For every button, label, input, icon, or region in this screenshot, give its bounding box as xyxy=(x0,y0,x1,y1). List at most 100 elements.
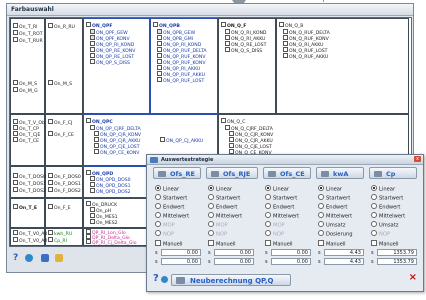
value-field[interactable]: 1353.79 xyxy=(377,258,417,265)
radio-option[interactable]: NOP xyxy=(265,230,284,238)
checkbox-item[interactable]: On_T_DOS2 xyxy=(13,187,46,195)
folder-icon[interactable] xyxy=(55,254,63,262)
radio-option[interactable]: Endwert xyxy=(318,203,347,211)
radio-option[interactable]: Endwert xyxy=(371,203,400,211)
checkbox-item[interactable]: On_F_CJ xyxy=(48,119,72,127)
radio-option[interactable]: Startwert xyxy=(265,194,297,202)
radio-option[interactable]: MOP xyxy=(208,221,228,229)
recalculate-button[interactable]: Neuberechnung QP,Q xyxy=(171,274,291,286)
radio-option[interactable]: Linear xyxy=(371,185,395,193)
checkbox-item[interactable]: On_R_RU xyxy=(48,23,75,31)
radio-icon xyxy=(371,230,377,236)
radio-icon xyxy=(371,185,377,191)
help-icon[interactable]: ? xyxy=(153,274,159,284)
table-icon xyxy=(321,170,329,177)
close-x-icon[interactable]: × xyxy=(409,273,417,283)
checkbox-item[interactable]: On_F_DOS2 xyxy=(48,187,81,195)
checkbox-item[interactable]: On_F_E xyxy=(48,204,71,212)
checkbox-icon xyxy=(157,65,162,70)
save-icon[interactable] xyxy=(41,254,49,262)
value-field[interactable]: 0.00 xyxy=(161,249,201,256)
column-tab-button[interactable]: Ofs_CE xyxy=(263,167,311,179)
radio-icon xyxy=(155,185,161,191)
checkbox-item[interactable]: ON_QP_CJ_AKKU xyxy=(160,137,203,145)
radio-option[interactable]: Mittelwert xyxy=(265,212,299,220)
value-field[interactable]: 4.43 xyxy=(324,249,364,256)
radio-option[interactable]: Mittelwert xyxy=(371,212,405,220)
radio-option[interactable]: Startwert xyxy=(208,194,240,202)
export-icon[interactable] xyxy=(161,276,168,283)
column-tab-button[interactable]: Cp xyxy=(369,167,417,179)
radio-option[interactable]: Linear xyxy=(208,185,232,193)
radio-option[interactable]: Linear xyxy=(318,185,342,193)
checkbox-item[interactable]: On_MES2 xyxy=(90,219,118,227)
column-tab-button[interactable]: kwA xyxy=(316,167,364,179)
field-prefix: s xyxy=(155,259,158,265)
radio-option[interactable]: Startwert xyxy=(371,194,403,202)
radio-option[interactable]: Endwert xyxy=(208,203,237,211)
radio-option[interactable]: NOP xyxy=(208,230,227,238)
checkbox-icon xyxy=(225,35,230,40)
checkbox-item[interactable]: On_T_V0_A0 xyxy=(13,237,47,245)
checkbox-icon xyxy=(229,131,234,136)
radio-option[interactable]: Umsatz xyxy=(371,221,399,229)
value-field[interactable]: 0.00 xyxy=(271,249,311,256)
radio-option[interactable]: NOP xyxy=(371,230,390,238)
radio-option[interactable]: NOP xyxy=(155,230,174,238)
checkbox-icon xyxy=(208,240,214,246)
radio-option[interactable]: Dosierung xyxy=(318,230,353,238)
radio-option[interactable]: Endwert xyxy=(155,203,184,211)
value-field[interactable]: 0.00 xyxy=(214,249,254,256)
checkbox-icon xyxy=(13,37,18,42)
checkbox-item[interactable]: On_M_G xyxy=(13,87,38,95)
radio-option[interactable]: Startwert xyxy=(155,194,187,202)
checkbox-item[interactable]: On_F_CE xyxy=(48,131,74,139)
value-field[interactable]: 1353.79 xyxy=(377,249,417,256)
export-icon[interactable] xyxy=(25,254,33,262)
value-field[interactable]: 0.00 xyxy=(161,258,201,265)
radio-option[interactable]: Startwert xyxy=(318,194,350,202)
checkbox-item[interactable]: On_M_S xyxy=(48,80,72,88)
checkbox-item[interactable]: ON_QPD_DOS2 xyxy=(90,188,131,196)
radio-option[interactable]: Linear xyxy=(155,185,179,193)
checkbox-icon xyxy=(225,41,230,46)
value-field[interactable]: 4.43 xyxy=(324,258,364,265)
value-field[interactable]: 0.00 xyxy=(214,258,254,265)
manual-checkbox[interactable]: Manuell xyxy=(371,240,399,248)
checkbox-item[interactable]: ON_Q_RUF_AKKU xyxy=(283,53,328,61)
checkbox-item[interactable]: On_T_CE xyxy=(13,137,39,145)
radio-option[interactable]: MOP xyxy=(155,221,175,229)
checkbox-item[interactable]: QP_RI_Cj_Delta_Glo xyxy=(86,239,137,247)
radio-option[interactable]: Endwert xyxy=(265,203,294,211)
manual-checkbox[interactable]: Manuell xyxy=(265,240,293,248)
checkbox-icon xyxy=(90,125,95,130)
checkbox-icon xyxy=(221,118,226,123)
help-icon[interactable]: ? xyxy=(13,254,21,263)
checkbox-item[interactable]: On_T_RUR xyxy=(13,37,43,45)
checkbox-item[interactable]: Cp_RI xyxy=(48,237,67,245)
radio-option[interactable]: MOP xyxy=(265,221,285,229)
strategy-column: Linear Startwert Endwert Mittelwert Umsa… xyxy=(316,182,370,268)
checkbox-item[interactable]: ON_Q_S_DISS xyxy=(225,47,262,55)
checkbox-item[interactable]: ON_QP_CE_KONV xyxy=(94,149,139,157)
radio-option[interactable]: Mittelwert xyxy=(155,212,189,220)
value-field[interactable]: 0.00 xyxy=(271,258,311,265)
manual-checkbox[interactable]: Manuell xyxy=(208,240,236,248)
radio-option[interactable]: Mittelwert xyxy=(208,212,242,220)
radio-option[interactable]: Mittelwert xyxy=(318,212,352,220)
radio-option[interactable]: Linear xyxy=(265,185,289,193)
radio-icon xyxy=(265,212,271,218)
radio-option[interactable]: Umsatz xyxy=(318,221,346,229)
manual-checkbox[interactable]: Manuell xyxy=(318,240,346,248)
column-tab-button[interactable]: Ofs_RJE xyxy=(206,167,258,179)
checkbox-icon xyxy=(94,137,99,142)
checkbox-item[interactable]: ON_QP_S_DISS xyxy=(90,59,130,67)
manual-checkbox[interactable]: Manuell xyxy=(155,240,183,248)
checkbox-item[interactable]: On_T_E xyxy=(13,204,37,212)
checkbox-item[interactable]: ON_QP_RUF_LOST xyxy=(157,77,204,85)
radio-icon xyxy=(208,194,214,200)
radio-icon xyxy=(371,212,377,218)
close-icon[interactable]: x xyxy=(414,156,421,162)
column-tab-button[interactable]: Ofs_RE xyxy=(153,167,201,179)
radio-icon xyxy=(208,230,214,236)
